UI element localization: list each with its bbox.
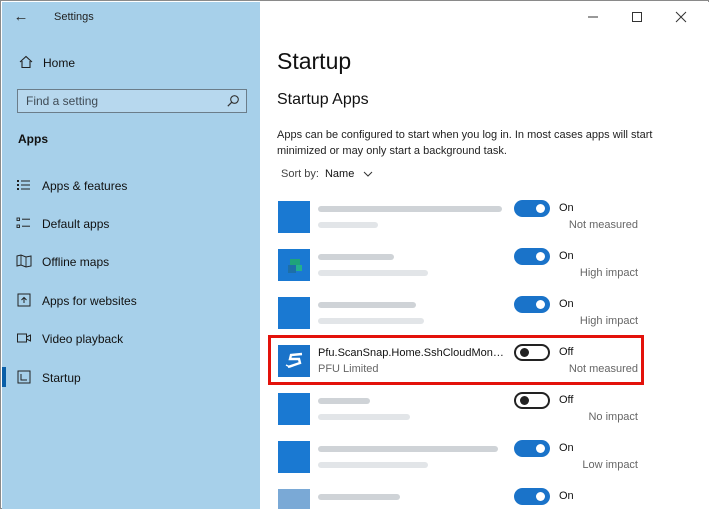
redacted-app-name [318, 398, 370, 404]
redacted-app-name [318, 302, 416, 308]
app-icon [278, 441, 310, 473]
impact-text: High impact [579, 315, 638, 327]
redacted-publisher [318, 414, 410, 420]
home-label: Home [43, 56, 76, 70]
sort-dropdown[interactable]: Sort by: Name [281, 168, 373, 180]
back-button[interactable]: ← [10, 7, 32, 27]
toggle-state: On [559, 250, 574, 262]
open-in-browser-icon [17, 293, 31, 307]
active-indicator [2, 367, 6, 387]
startup-toggle[interactable] [514, 296, 550, 313]
sidebar-item-label: Startup [42, 371, 81, 385]
sidebar-item-startup[interactable]: Startup [2, 364, 260, 390]
colored-app-icon [288, 259, 302, 273]
highlight-box [268, 335, 644, 385]
list-icon [17, 180, 30, 190]
redacted-publisher [318, 462, 428, 468]
chevron-down-icon [364, 171, 373, 177]
startup-toggle[interactable] [514, 248, 550, 265]
redacted-publisher [318, 318, 424, 324]
sidebar-item-apps-for-websites[interactable]: Apps for websites [2, 287, 260, 313]
startup-toggle[interactable] [514, 200, 550, 217]
app-icon [278, 393, 310, 425]
section-title-apps: Apps [18, 132, 48, 146]
startup-app-row: On High impact [278, 245, 698, 285]
startup-app-row: On Not measured [278, 197, 698, 237]
maximize-button[interactable] [623, 6, 651, 28]
redacted-app-name [318, 206, 502, 212]
redacted-publisher [318, 270, 428, 276]
startup-toggle[interactable] [514, 440, 550, 457]
sidebar-item-offline-maps[interactable]: Offline maps [2, 248, 260, 274]
app-icon [278, 249, 310, 281]
sidebar-item-default-apps[interactable]: Default apps [2, 210, 260, 236]
home-icon [19, 55, 33, 69]
maximize-icon [632, 12, 642, 22]
startup-app-row: Off No impact [278, 389, 698, 429]
close-icon [675, 11, 687, 23]
home-nav-item[interactable]: Home [2, 50, 260, 76]
minimize-icon [588, 16, 598, 18]
impact-text: High impact [579, 267, 638, 279]
search-icon[interactable] [226, 94, 240, 108]
impact-text: Not measured [568, 219, 638, 231]
sort-value: Name [324, 168, 355, 180]
redacted-publisher [318, 222, 378, 228]
minimize-button[interactable] [579, 6, 607, 28]
app-icon [278, 489, 310, 509]
startup-icon [17, 370, 31, 384]
page-title: Startup [277, 48, 352, 74]
sidebar-item-label: Apps for websites [42, 294, 137, 308]
titlebar: ← Settings [2, 2, 260, 32]
window-title: Settings [54, 11, 94, 23]
redacted-app-name [318, 446, 498, 452]
sidebar: ← Settings Home Apps Apps & features [2, 2, 260, 509]
search-box[interactable] [17, 89, 247, 113]
sidebar-item-apps-features[interactable]: Apps & features [2, 172, 260, 198]
default-apps-icon [16, 217, 30, 228]
startup-toggle[interactable] [514, 392, 550, 409]
app-icon [278, 297, 310, 329]
sidebar-item-label: Default apps [42, 217, 110, 231]
description-text: Apps can be configured to start when you… [277, 129, 653, 157]
settings-window: ← Settings Home Apps Apps & features [0, 0, 709, 509]
sidebar-item-video-playback[interactable]: Video playback [2, 325, 260, 351]
sidebar-item-label: Video playback [42, 332, 124, 346]
close-button[interactable] [667, 6, 695, 28]
map-icon [16, 254, 32, 268]
app-icon [278, 201, 310, 233]
toggle-state: On [559, 442, 574, 454]
startup-app-row: On Low impact [278, 437, 698, 477]
main-content: Startup Startup Apps Apps can be configu… [260, 2, 709, 509]
sidebar-item-label: Offline maps [42, 255, 110, 269]
toggle-state: On [559, 490, 574, 502]
startup-app-row: On High impact [278, 293, 698, 333]
sort-label: Sort by: [281, 168, 319, 180]
redacted-app-name [318, 494, 400, 500]
toggle-state: On [559, 202, 574, 214]
toggle-state: Off [559, 394, 574, 406]
back-arrow-icon: ← [13, 8, 29, 25]
search-input[interactable] [18, 90, 223, 112]
toggle-state: On [559, 298, 574, 310]
video-icon [17, 333, 31, 343]
startup-toggle[interactable] [514, 488, 550, 505]
startup-app-row: On [278, 485, 698, 509]
sidebar-item-label: Apps & features [42, 179, 128, 193]
impact-text: Low impact [582, 459, 638, 471]
impact-text: No impact [588, 411, 638, 423]
redacted-app-name [318, 254, 394, 260]
section-subtitle: Startup Apps [277, 91, 369, 108]
